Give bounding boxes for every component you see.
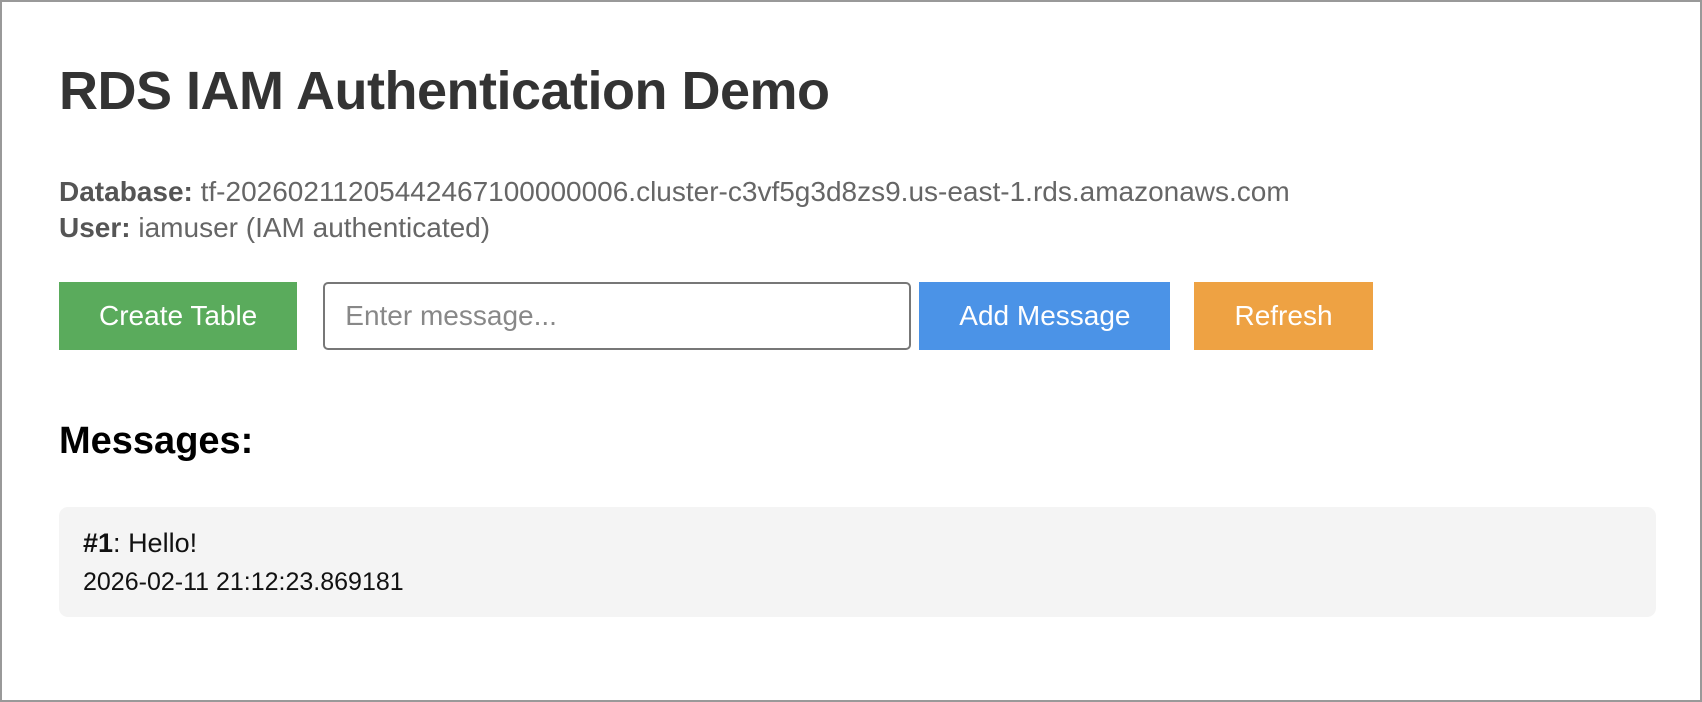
user-line: User: iamuser (IAM authenticated) [59, 212, 490, 243]
toolbar: Create Table Add Message Refresh [59, 282, 1656, 350]
messages-heading: Messages: [59, 420, 254, 462]
connection-info: Database: tf-20260211205442467100000006.… [59, 174, 1656, 246]
database-value: tf-20260211205442467100000006.cluster-c3… [192, 176, 1290, 207]
add-message-button[interactable]: Add Message [919, 282, 1171, 350]
refresh-button[interactable]: Refresh [1194, 282, 1373, 350]
app-viewport: RDS IAM Authentication Demo Database: tf… [0, 0, 1702, 702]
message-timestamp: 2026-02-11 21:12:23.869181 [83, 568, 404, 596]
create-table-button[interactable]: Create Table [59, 282, 298, 350]
user-label: User: [59, 212, 131, 243]
page-content: RDS IAM Authentication Demo Database: tf… [2, 2, 1700, 617]
database-line: Database: tf-20260211205442467100000006.… [59, 176, 1290, 207]
database-label: Database: [59, 176, 193, 207]
page-title: RDS IAM Authentication Demo [59, 61, 830, 121]
message-list-item: #1: Hello! 2026-02-11 21:12:23.869181 [59, 507, 1656, 617]
message-separator: : [113, 528, 129, 558]
message-line: #1: Hello! [83, 528, 1632, 559]
message-text: Hello! [128, 528, 198, 558]
message-id: #1 [83, 528, 114, 558]
message-input[interactable] [323, 282, 912, 350]
user-value: iamuser (IAM authenticated) [130, 212, 491, 243]
